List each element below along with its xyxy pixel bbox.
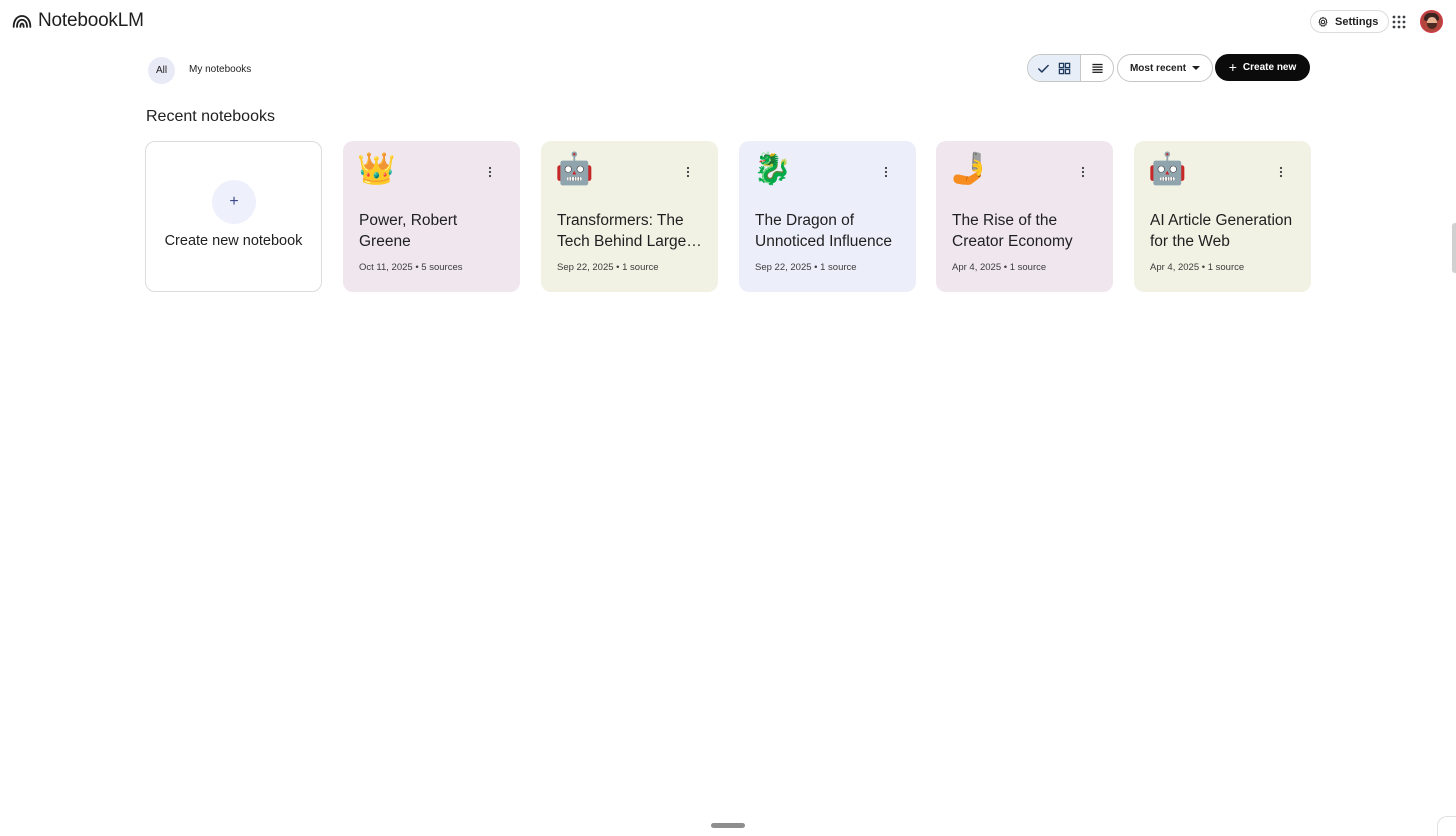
plus-icon: + [1228, 59, 1237, 75]
filter-tab-my-notebooks[interactable]: My notebooks [189, 64, 251, 75]
create-new-label: Create new [1242, 62, 1297, 73]
notebook-card[interactable]: 🤖 AI Article Generation for the Web Apr … [1134, 141, 1311, 292]
notebook-meta: Sep 22, 2025 • 1 source [755, 262, 857, 273]
create-notebook-label: Create new notebook [164, 233, 303, 249]
notebook-meta: Oct 11, 2025 • 5 sources [359, 262, 463, 273]
notebook-title: AI Article Generation for the Web [1150, 212, 1293, 250]
notebook-meta: Apr 4, 2025 • 1 source [952, 262, 1047, 273]
check-icon [1038, 64, 1049, 73]
user-avatar[interactable] [1420, 10, 1443, 33]
notebook-emoji: 🤳 [950, 151, 989, 186]
more-vert-icon[interactable] [1279, 166, 1283, 178]
grid-view-icon [1058, 62, 1071, 74]
app-title: NotebookLM [38, 10, 144, 31]
notebook-card[interactable]: 🤳 The Rise of the Creator Economy Apr 4,… [936, 141, 1113, 292]
apps-grid-icon[interactable] [1392, 15, 1406, 29]
notebook-card[interactable]: 🐉 The Dragon of Unnoticed Influence Sep … [739, 141, 916, 292]
view-toggle [1027, 54, 1114, 82]
avatar-beard [1427, 23, 1437, 29]
settings-button[interactable]: Settings [1310, 10, 1390, 33]
sort-label: Most recent [1129, 62, 1187, 74]
notebook-card[interactable]: 👑 Power, Robert Greene Oct 11, 2025 • 5 … [343, 141, 520, 292]
corner-panel[interactable] [1437, 816, 1456, 836]
settings-label: Settings [1335, 15, 1379, 28]
more-vert-icon[interactable] [884, 166, 888, 178]
app-header: NotebookLM Settings [0, 0, 1456, 44]
create-new-button[interactable]: + Create new [1215, 54, 1310, 81]
app-logo[interactable]: NotebookLM [12, 10, 144, 32]
home-indicator[interactable] [711, 823, 745, 828]
notebook-emoji: 🤖 [1148, 151, 1187, 186]
grid-view-button[interactable] [1028, 55, 1081, 81]
sort-dropdown[interactable]: Most recent [1117, 54, 1213, 82]
notebook-title: The Rise of the Creator Economy [952, 212, 1073, 250]
filter-tab-all[interactable]: All [148, 57, 175, 84]
notebook-title: Transformers: The Tech Behind Large Lang… [557, 212, 687, 250]
more-vert-icon[interactable] [488, 166, 492, 178]
list-view-icon [1091, 63, 1103, 73]
notebook-emoji: 🤖 [555, 151, 594, 186]
gear-icon [1318, 16, 1328, 27]
caret-down-icon [1192, 66, 1201, 70]
notebook-emoji: 🐉 [753, 151, 792, 186]
notebook-emoji: 👑 [357, 151, 396, 186]
list-view-button[interactable] [1081, 55, 1113, 81]
notebook-title: The Dragon of Unnoticed Influence [755, 212, 893, 250]
more-vert-icon[interactable] [1081, 166, 1085, 178]
notebooklm-logo-icon [12, 15, 32, 28]
side-panel-handle[interactable] [1452, 223, 1456, 273]
more-vert-icon[interactable] [686, 166, 690, 178]
notebook-meta: Sep 22, 2025 • 1 source [557, 262, 659, 273]
plus-icon: + [212, 180, 256, 224]
notebook-meta: Apr 4, 2025 • 1 source [1150, 262, 1245, 273]
notebook-title: Power, Robert Greene [359, 212, 458, 250]
create-notebook-card[interactable]: + Create new notebook [145, 141, 322, 292]
section-title: Recent notebooks [146, 108, 275, 125]
notebook-card[interactable]: 🤖 Transformers: The Tech Behind Large La… [541, 141, 718, 292]
